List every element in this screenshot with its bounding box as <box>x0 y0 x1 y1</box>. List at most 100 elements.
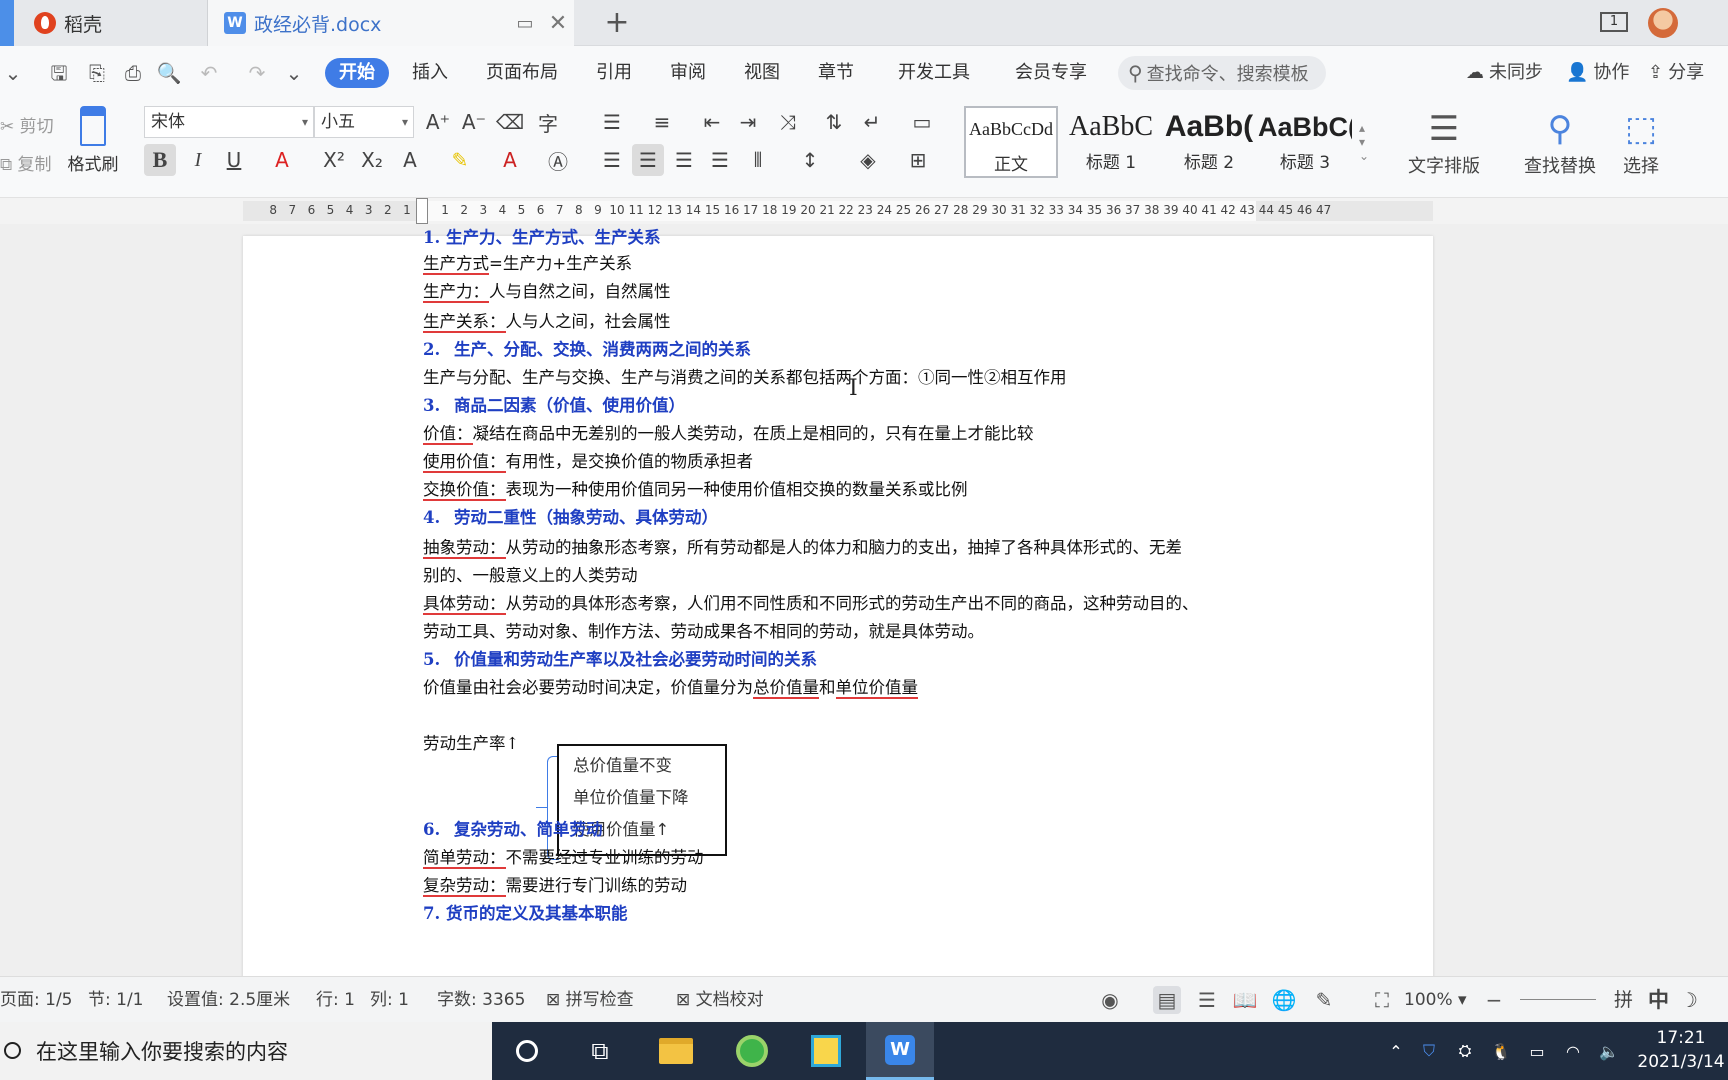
bullets-icon[interactable]: ☰ <box>596 106 628 138</box>
select-button[interactable]: ⬚ 选择 <box>1608 106 1674 178</box>
qq-icon[interactable]: 🐧 <box>1486 1022 1516 1080</box>
tray-expand-icon[interactable]: ⌃ <box>1382 1022 1410 1080</box>
shading-icon[interactable]: ◈ <box>852 144 884 176</box>
phonetic-guide-icon[interactable]: 字 <box>532 106 564 138</box>
document-page[interactable]: 1. 生产力、生产方式、生产关系 生产方式=生产力+生产关系 生产力：人与自然之… <box>243 228 1433 976</box>
tab-membership[interactable]: 会员专享 <box>1015 58 1087 88</box>
ruler-toggle-icon[interactable]: ▭ <box>906 106 938 138</box>
highlight-icon[interactable]: ✎ <box>444 144 476 176</box>
network-device-icon[interactable]: ⛭ <box>1450 1022 1480 1080</box>
wps-taskbar-icon[interactable]: W <box>866 1022 934 1080</box>
print-preview-icon[interactable]: 🔍 <box>156 60 182 86</box>
file-explorer-icon[interactable] <box>642 1022 710 1080</box>
avatar[interactable] <box>1648 8 1678 38</box>
line-spacing-icon[interactable]: ↕ <box>794 144 826 176</box>
grow-font-icon[interactable]: A⁺ <box>422 106 454 138</box>
distribute-icon[interactable]: ⫴ <box>742 144 774 176</box>
ime-chinese-indicator[interactable]: 中 <box>1648 977 1669 1023</box>
align-right-icon[interactable]: ☰ <box>668 144 700 176</box>
setting-indicator[interactable]: 设置值: 2.5厘米 <box>167 977 290 1023</box>
tab-review[interactable]: 审阅 <box>670 58 706 88</box>
undo-icon[interactable]: ↶ <box>196 60 222 86</box>
ime-halfwidth-icon[interactable]: ☽ <box>1680 977 1698 1023</box>
style-normal[interactable]: AaBbCcDd 正文 <box>964 106 1058 178</box>
style-gallery-scroll-icon[interactable]: ▴ ▾ ⌄ <box>1354 104 1374 180</box>
tab-view[interactable]: 视图 <box>744 58 780 88</box>
spell-check-button[interactable]: ⊠ 拼写检查 <box>546 977 634 1023</box>
chinese-layout-icon[interactable]: ⤨ <box>772 106 804 138</box>
horizontal-ruler[interactable]: 8 7 6 5 4 3 2 1 1 2 3 4 5 6 7 8 9 10 11 12 13 14 15 16 17 18 19 20 2… <box>0 198 1728 224</box>
copy-button[interactable]: ⧉ 复制 <box>0 150 52 175</box>
share-button[interactable]: ⇪ 分享 <box>1648 58 1704 88</box>
tab-home[interactable]: 开始 <box>325 58 389 88</box>
sync-status-button[interactable]: ☁ 未同步 <box>1466 58 1543 88</box>
section-indicator[interactable]: 节: 1/1 <box>88 977 144 1023</box>
save-icon[interactable]: 🖫 <box>46 60 72 86</box>
font-name-select[interactable]: 宋体 <box>144 106 314 138</box>
column-indicator[interactable]: 列: 1 <box>370 977 409 1023</box>
align-left-icon[interactable]: ☰ <box>596 144 628 176</box>
tab-references[interactable]: 引用 <box>596 58 632 88</box>
zoom-out-icon[interactable]: − <box>1480 986 1508 1014</box>
word-count[interactable]: 字数: 3365 <box>437 977 525 1023</box>
indent-marker[interactable] <box>416 198 428 224</box>
writing-mode-icon[interactable]: ✎ <box>1310 986 1338 1014</box>
window-count-badge[interactable]: 1 <box>1600 12 1628 32</box>
bold-icon[interactable]: B <box>144 144 176 176</box>
sort-icon[interactable]: ⇅ <box>818 106 850 138</box>
tab-page-layout[interactable]: 页面布局 <box>486 58 558 88</box>
subscript-icon[interactable]: X₂ <box>356 144 388 176</box>
chevron-down-icon[interactable]: ⌄ <box>0 60 26 86</box>
security-shield-icon[interactable]: ⛉ <box>1414 1022 1444 1080</box>
increase-indent-icon[interactable]: ⇥ <box>732 106 764 138</box>
float-window-icon[interactable]: ▭ <box>512 10 538 36</box>
cut-button[interactable]: ✂ 剪切 <box>0 112 54 137</box>
zoom-slider[interactable] <box>1520 999 1596 1000</box>
document-canvas[interactable]: 1. 生产力、生产方式、生产关系 生产方式=生产力+生产关系 生产力：人与自然之… <box>0 224 1728 976</box>
clear-format-icon[interactable]: ⌫ <box>494 106 526 138</box>
align-center-icon[interactable]: ☰ <box>632 144 664 176</box>
wifi-icon[interactable]: ◠ <box>1558 1022 1588 1080</box>
task-view-icon[interactable]: ⧉ <box>566 1022 634 1080</box>
new-tab-button[interactable]: + <box>600 6 634 40</box>
volume-icon[interactable]: 🔈 <box>1594 1022 1624 1080</box>
reading-view-icon[interactable]: 📖 <box>1231 986 1259 1014</box>
italic-icon[interactable]: I <box>182 144 214 176</box>
redo-icon[interactable]: ↷ <box>244 60 270 86</box>
proofread-button[interactable]: ⊠ 文档校对 <box>676 977 764 1023</box>
collaborate-button[interactable]: 👤 协作 <box>1566 58 1629 88</box>
tab-chapter[interactable]: 章节 <box>818 58 854 88</box>
shrink-font-icon[interactable]: A⁻ <box>458 106 490 138</box>
show-marks-icon[interactable]: ↵ <box>856 106 888 138</box>
outline-view-icon[interactable]: ☰ <box>1193 986 1221 1014</box>
export-pdf-icon[interactable]: ⎘ <box>84 60 110 86</box>
page-indicator[interactable]: 页面: 1/5 <box>0 977 73 1023</box>
text-effect-icon[interactable]: A <box>394 144 426 176</box>
find-replace-button[interactable]: ⚲ 查找替换 <box>1510 106 1610 178</box>
justify-icon[interactable]: ☰ <box>704 144 736 176</box>
font-color-icon[interactable]: A <box>494 144 526 176</box>
fit-page-icon[interactable]: ⛶ <box>1368 986 1396 1014</box>
numbering-icon[interactable]: ≡ <box>646 106 678 138</box>
borders-icon[interactable]: ⊞ <box>902 144 934 176</box>
font-size-select[interactable]: 小五 <box>314 106 414 138</box>
taskbar-search-input[interactable]: 在这里输入你要搜索的内容 <box>0 1022 492 1080</box>
command-search-input[interactable]: ⚲ 查找命令、搜索模板 <box>1118 56 1326 90</box>
text-layout-button[interactable]: ☰ 文字排版 <box>1394 106 1494 178</box>
row-indicator[interactable]: 行: 1 <box>316 977 355 1023</box>
tab-developer[interactable]: 开发工具 <box>898 58 970 88</box>
style-heading-2[interactable]: AaBb( 标题 2 <box>1162 106 1256 178</box>
strikethrough-icon[interactable]: A <box>266 144 298 176</box>
cortana-icon[interactable] <box>493 1022 561 1080</box>
superscript-icon[interactable]: X² <box>318 144 350 176</box>
format-painter-button[interactable]: 格式刷 <box>66 106 120 175</box>
char-border-icon[interactable]: Ⓐ <box>542 144 574 176</box>
browser-icon[interactable] <box>718 1022 786 1080</box>
print-icon[interactable]: ⎙ <box>120 60 146 86</box>
taskbar-clock[interactable]: 17:21 2021/3/14 <box>1634 1026 1728 1074</box>
notes-app-icon[interactable] <box>792 1022 860 1080</box>
tab-daoke[interactable]: 稻壳 <box>0 0 208 46</box>
style-heading-1[interactable]: AaBbC 标题 1 <box>1064 106 1158 178</box>
close-tab-icon[interactable]: ✕ <box>545 10 571 36</box>
battery-icon[interactable]: ▭ <box>1522 1022 1552 1080</box>
